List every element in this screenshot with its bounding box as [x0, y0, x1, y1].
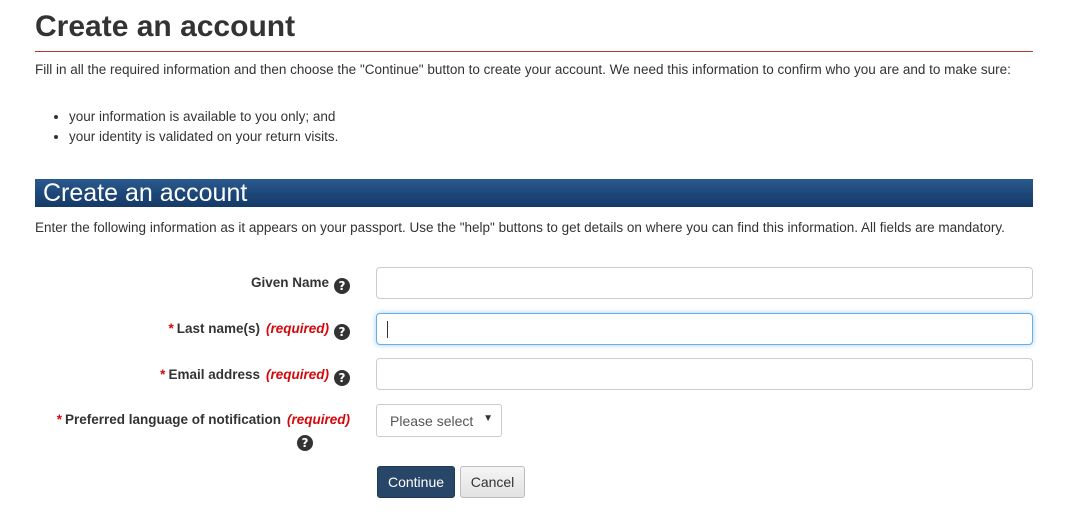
required-indicator: (required)	[286, 412, 350, 427]
required-asterisk: *	[168, 321, 174, 336]
last-name-input[interactable]	[376, 313, 1033, 345]
email-label-text: Email address	[168, 367, 260, 382]
last-name-label-text: Last name(s)	[176, 321, 260, 336]
question-circle-icon[interactable]: ?	[334, 278, 350, 294]
title-divider	[35, 51, 1033, 52]
given-name-label: Given Name?	[251, 275, 350, 294]
caret-down-icon: ▼	[483, 413, 493, 424]
page-title: Create an account	[35, 10, 296, 43]
cancel-button[interactable]: Cancel	[460, 466, 525, 498]
language-select-value: Please select	[390, 413, 474, 429]
language-select[interactable]: Please select ▼	[376, 404, 502, 437]
section-intro-text: Enter the following information as it ap…	[35, 220, 1005, 235]
continue-button[interactable]: Continue	[377, 466, 455, 498]
section-header-bar: Create an account	[35, 179, 1033, 207]
intro-bullet-list: your information is available to you onl…	[35, 107, 338, 147]
required-asterisk: *	[56, 412, 62, 427]
email-label: * Email address (required)?	[160, 367, 350, 386]
required-asterisk: *	[160, 367, 166, 382]
text-caret	[387, 321, 388, 338]
section-heading: Create an account	[43, 179, 248, 207]
last-name-label: * Last name(s) (required)?	[168, 321, 350, 340]
required-indicator: (required)	[265, 367, 329, 382]
bullet-item: your identity is validated on your retur…	[69, 127, 338, 147]
language-label: * Preferred language of notification (requ…	[57, 412, 350, 427]
given-name-label-text: Given Name	[250, 275, 329, 290]
question-circle-icon[interactable]: ?	[334, 370, 350, 386]
given-name-input[interactable]	[376, 267, 1033, 299]
question-circle-icon[interactable]: ?	[297, 435, 313, 451]
email-input[interactable]	[376, 358, 1033, 390]
intro-text: Fill in all the required information and…	[35, 62, 1011, 77]
language-label-text: Preferred language of notification	[64, 412, 281, 427]
required-indicator: (required)	[265, 321, 329, 336]
bullet-item: your information is available to you onl…	[69, 107, 338, 127]
question-circle-icon[interactable]: ?	[334, 324, 350, 340]
